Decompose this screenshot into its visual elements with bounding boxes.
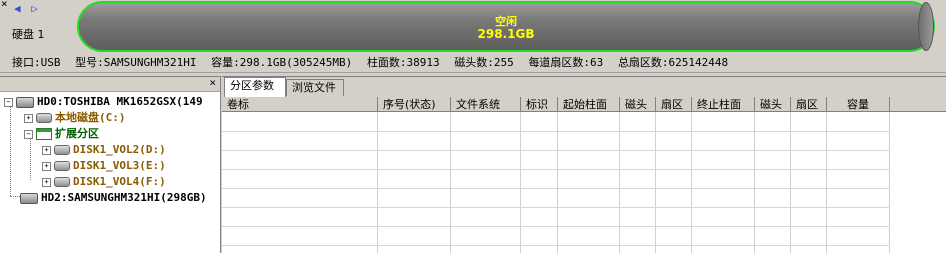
grid-column — [521, 112, 558, 253]
disk-nav-arrows-icon[interactable]: ◀ ▷ — [14, 2, 40, 15]
col-header-start-head[interactable]: 磁头 — [620, 97, 656, 112]
hard-disk-icon — [20, 192, 38, 204]
grid-column — [827, 112, 890, 253]
col-header-start-cylinder[interactable]: 起始柱面 — [558, 97, 620, 112]
partition-icon — [54, 161, 70, 171]
grid-column — [378, 112, 451, 253]
tree-node-disk1-vol2[interactable]: + DISK1_VOL2(D:) — [42, 142, 166, 158]
grid-column — [451, 112, 521, 253]
grid-column — [692, 112, 755, 253]
grid-row — [222, 131, 890, 132]
partition-details-panel: 分区参数 浏览文件 卷标 序号(状态) 文件系统 标识 起始柱面 磁头 扇区 终… — [222, 76, 946, 253]
grid-row — [222, 150, 890, 151]
disk-info-line: 接口:USB 型号:SAMSUNGHM321HI 容量:298.1GB(3052… — [0, 54, 946, 73]
grid-row — [222, 207, 890, 208]
model-info: 型号:SAMSUNGHM321HI — [75, 56, 197, 69]
expand-icon[interactable]: + — [42, 145, 51, 155]
col-header-end-cylinder[interactable]: 终止柱面 — [692, 97, 755, 112]
grid-row — [222, 188, 890, 189]
grid-column — [222, 112, 378, 253]
collapse-icon[interactable]: − — [4, 97, 13, 107]
grid-column — [791, 112, 827, 253]
total-sectors-info: 总扇区数:625142448 — [617, 56, 729, 69]
col-header-end-head[interactable]: 磁头 — [755, 97, 791, 112]
tree-node-extended-partition[interactable]: − 扩展分区 — [24, 126, 99, 142]
cylinders-info: 柱面数:38913 — [366, 56, 440, 69]
free-space-size: 298.1GB — [477, 27, 535, 41]
tree-panel-header: × — [0, 76, 220, 92]
tree-node-hd0[interactable]: − HD0:TOSHIBA MK1652GSX(149 — [4, 94, 203, 110]
hard-disk-icon — [16, 96, 34, 108]
col-header-end-sector[interactable]: 扇区 — [791, 97, 827, 112]
collapse-icon[interactable]: − — [24, 129, 33, 139]
tab-browse-files[interactable]: 浏览文件 — [286, 79, 344, 96]
grid-row — [222, 169, 890, 170]
col-header-filesystem[interactable]: 文件系统 — [451, 97, 521, 112]
grid-row — [222, 245, 890, 246]
close-icon[interactable]: × — [1, 0, 8, 10]
partition-icon — [54, 145, 70, 155]
disk-map-bar: × ◀ ▷ 硬盘 1 空闲 298.1GB — [0, 0, 946, 54]
col-header-start-sector[interactable]: 扇区 — [656, 97, 692, 112]
col-header-filler — [890, 97, 946, 112]
tab-bar: 分区参数 浏览文件 — [222, 77, 946, 97]
grid-column — [620, 112, 656, 253]
grid-column — [656, 112, 692, 253]
free-space-segment[interactable]: 空闲 298.1GB — [77, 1, 935, 52]
disk-label: 硬盘 1 — [12, 28, 45, 41]
expand-icon[interactable]: + — [24, 113, 33, 123]
sectors-per-track-info: 每道扇区数:63 — [528, 56, 604, 69]
tree-node-disk1-vol4[interactable]: + DISK1_VOL4(F:) — [42, 174, 166, 190]
grid-column — [755, 112, 791, 253]
tree-node-local-disk-c[interactable]: + 本地磁盘(C:) — [24, 110, 126, 126]
extended-partition-icon — [36, 128, 52, 140]
col-header-id[interactable]: 标识 — [521, 97, 558, 112]
disk-tree-panel: × − HD0:TOSHIBA MK1652GSX(149 + 本地磁盘(C:) −… — [0, 76, 221, 253]
tree-node-hd2[interactable]: HD2:SAMSUNGHM321HI(298GB) — [20, 190, 207, 206]
col-header-index-status[interactable]: 序号(状态) — [378, 97, 451, 112]
grid-row — [222, 226, 890, 227]
disk-bar-end-cap — [918, 2, 934, 51]
partition-icon — [54, 177, 70, 187]
interface-info: 接口:USB — [12, 56, 61, 69]
expand-icon[interactable]: + — [42, 161, 51, 171]
heads-info: 磁头数:255 — [454, 56, 514, 69]
partition-icon — [36, 113, 52, 123]
col-header-capacity[interactable]: 容量 — [827, 97, 890, 112]
grid-column — [558, 112, 620, 253]
capacity-info: 容量:298.1GB(305245MB) — [211, 56, 353, 69]
tree-node-disk1-vol3[interactable]: + DISK1_VOL3(E:) — [42, 158, 166, 174]
expand-icon[interactable]: + — [42, 177, 51, 187]
col-header-volume-label[interactable]: 卷标 — [222, 97, 378, 112]
close-icon[interactable]: × — [209, 76, 216, 89]
tab-partition-params[interactable]: 分区参数 — [224, 77, 286, 97]
